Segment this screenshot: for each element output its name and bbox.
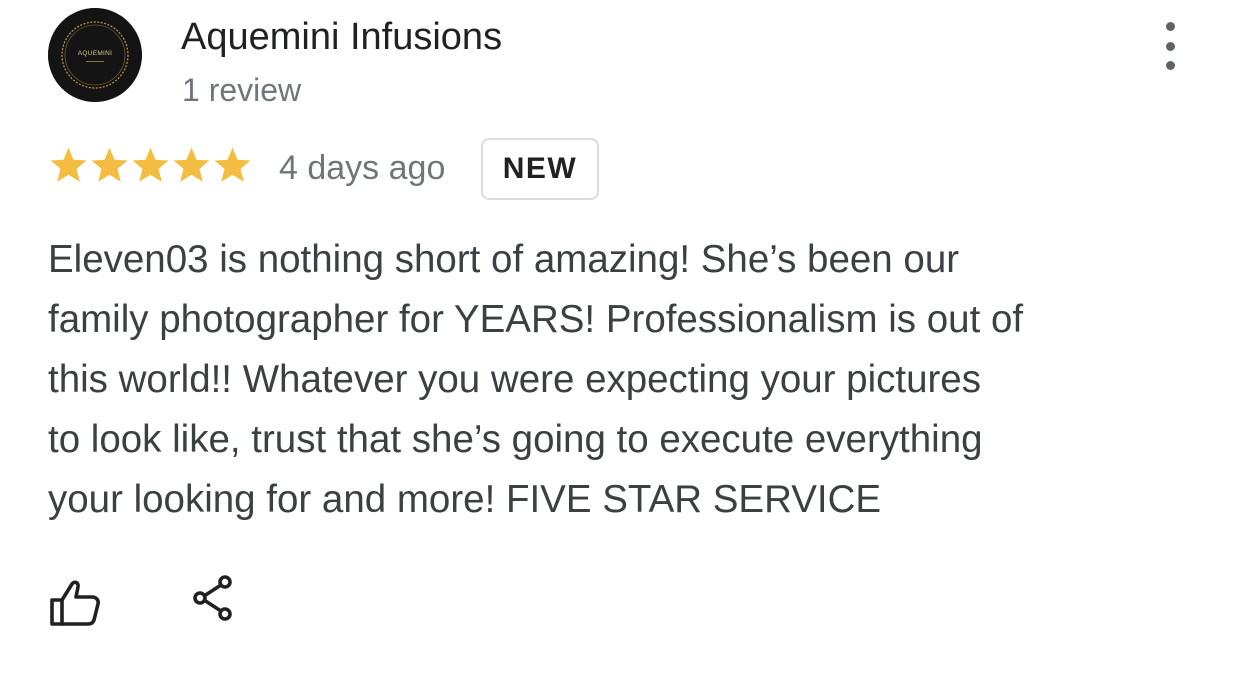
more-options-button[interactable] <box>1150 22 1190 70</box>
review-date: 4 days ago <box>279 149 446 187</box>
author-review-count: 1 review <box>182 72 302 108</box>
share-button[interactable] <box>190 574 236 624</box>
more-vert-icon <box>1165 22 1175 31</box>
like-button[interactable] <box>48 578 104 628</box>
star-icon <box>91 147 128 182</box>
star-icon <box>214 147 251 182</box>
new-badge: NEW <box>481 138 599 200</box>
review-text-line: this world!! Whatever you were expecting… <box>48 358 981 401</box>
review-text-line: to look like, trust that she’s going to … <box>48 418 983 461</box>
author-avatar[interactable]: AQUEMINI <box>48 8 142 102</box>
more-vert-icon-dot <box>1165 41 1175 51</box>
share-icon <box>193 575 232 621</box>
star-rating <box>48 143 253 187</box>
review-text-line: your looking for and more! FIVE STAR SER… <box>48 478 882 521</box>
more-vert-icon-dot <box>1165 61 1175 70</box>
review-text-line: family photographer for YEARS! Professio… <box>48 298 1024 341</box>
star-icon <box>50 147 87 182</box>
avatar-logo: AQUEMINI <box>48 8 142 102</box>
star-icon <box>132 147 169 182</box>
review-text-line: Eleven03 is nothing short of amazing! Sh… <box>48 238 960 281</box>
thumbs-up-icon <box>50 580 100 626</box>
star-icon <box>173 147 210 182</box>
review-card: AQUEMINI Aquemini Infusions 1 review 4 d… <box>0 0 1242 686</box>
review-text: Eleven03 is nothing short of amazing! Sh… <box>48 230 1158 530</box>
avatar-logo-text: AQUEMINI <box>78 50 113 57</box>
author-name[interactable]: Aquemini Infusions <box>181 14 502 60</box>
